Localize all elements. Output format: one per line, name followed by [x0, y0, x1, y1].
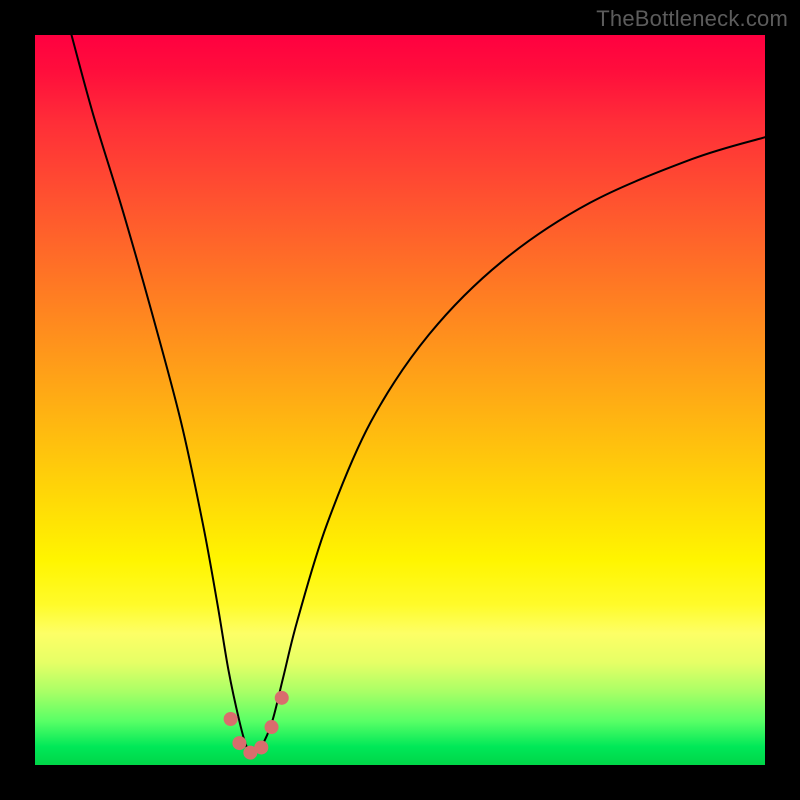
optimum-marker [275, 691, 289, 705]
optimum-marker [224, 712, 238, 726]
plot-area [35, 35, 765, 765]
watermark-text: TheBottleneck.com [596, 6, 788, 32]
optimum-marker [254, 740, 268, 754]
optimum-marker [232, 736, 246, 750]
curve-overlay [35, 35, 765, 765]
optimum-marker-group [224, 691, 289, 760]
bottleneck-curve-path [72, 35, 766, 753]
optimum-marker [265, 720, 279, 734]
